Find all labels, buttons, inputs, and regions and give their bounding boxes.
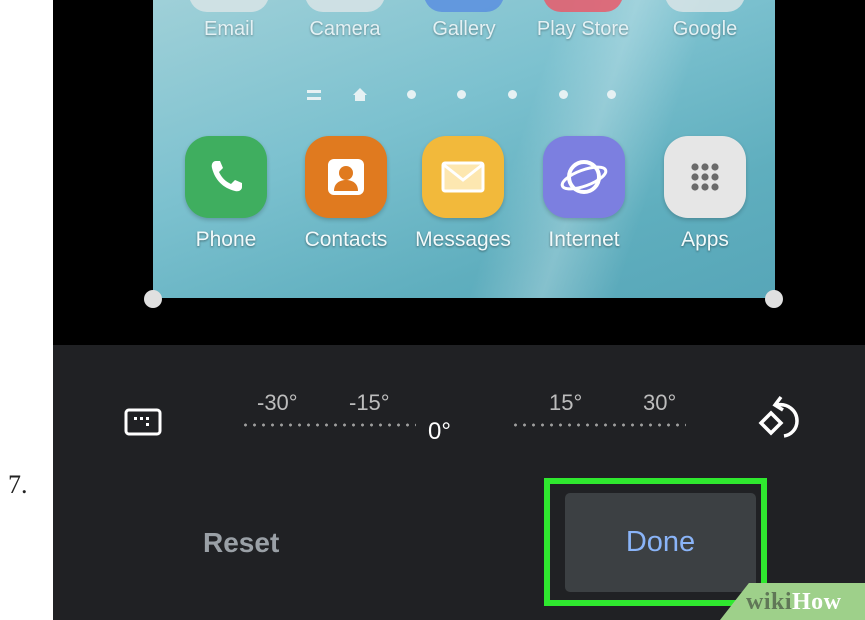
done-button[interactable]: Done bbox=[565, 493, 756, 592]
rotation-ruler-right[interactable]: 15° 30° bbox=[511, 390, 686, 440]
app-label-google: Google bbox=[672, 18, 738, 40]
ruler-ticks bbox=[241, 423, 416, 427]
crop-handle-bottom-right[interactable] bbox=[765, 290, 783, 308]
wikihow-watermark: wikiHow bbox=[746, 589, 842, 616]
home-page-indicator-icon bbox=[353, 88, 367, 101]
app-label-email: Email bbox=[203, 18, 254, 40]
step-number: 7. bbox=[8, 470, 28, 499]
page-dot bbox=[407, 90, 416, 99]
app-label-gallery: Gallery bbox=[432, 18, 496, 40]
phone-icon bbox=[185, 136, 267, 218]
page-indicator-menu bbox=[307, 90, 321, 100]
app-label-play-store: Play Store bbox=[536, 18, 630, 40]
app-label-internet: Internet bbox=[548, 228, 620, 251]
rotate-icon bbox=[758, 395, 799, 438]
ruler-label-15: 15° bbox=[549, 390, 583, 415]
page-dot bbox=[508, 90, 517, 99]
edit-panel: -30° -15° 0° 15° 30° Reset Done bbox=[53, 345, 865, 620]
top-row-labels: Email Camera Gallery Play Store Google bbox=[153, 18, 775, 48]
page-dot bbox=[559, 90, 568, 99]
crop-area[interactable]: Email Camera Gallery Play Store Google P… bbox=[153, 0, 775, 298]
app-label-messages: Messages bbox=[415, 228, 511, 251]
camera-app-icon bbox=[305, 0, 385, 12]
page-dot bbox=[457, 90, 466, 99]
watermark-how: How bbox=[792, 589, 842, 615]
ruler-label-minus-15: -15° bbox=[349, 390, 390, 415]
ruler-label-minus-30: -30° bbox=[257, 390, 298, 415]
app-label-contacts: Contacts bbox=[304, 228, 388, 251]
watermark-wiki: wiki bbox=[746, 589, 793, 615]
app-label-apps: Apps bbox=[681, 228, 729, 251]
envelope-icon bbox=[422, 136, 504, 218]
crop-handle-bottom-left[interactable] bbox=[144, 290, 162, 308]
aspect-ratio-button[interactable] bbox=[123, 407, 163, 437]
page-indicator bbox=[303, 86, 633, 102]
ruler-label-30: 30° bbox=[643, 390, 677, 415]
reset-button[interactable]: Reset bbox=[203, 523, 323, 563]
aspect-ratio-icon bbox=[124, 408, 162, 436]
app-label-phone: Phone bbox=[195, 228, 257, 251]
planet-icon bbox=[543, 136, 625, 218]
grid-icon bbox=[664, 136, 746, 218]
rotate-button[interactable] bbox=[753, 393, 803, 443]
rotation-ruler-left[interactable]: -30° -15° bbox=[241, 390, 416, 440]
google-app-icon bbox=[665, 0, 745, 12]
app-label-camera: Camera bbox=[309, 18, 381, 40]
photo-editor-screen: Email Camera Gallery Play Store Google P… bbox=[53, 0, 865, 620]
page-dot bbox=[607, 90, 616, 99]
rotation-angle-value: 0° bbox=[428, 418, 451, 445]
email-app-icon bbox=[189, 0, 269, 12]
contact-icon bbox=[305, 136, 387, 218]
gallery-app-icon bbox=[424, 0, 504, 12]
ruler-ticks bbox=[511, 423, 686, 427]
play-store-app-icon bbox=[543, 0, 623, 12]
